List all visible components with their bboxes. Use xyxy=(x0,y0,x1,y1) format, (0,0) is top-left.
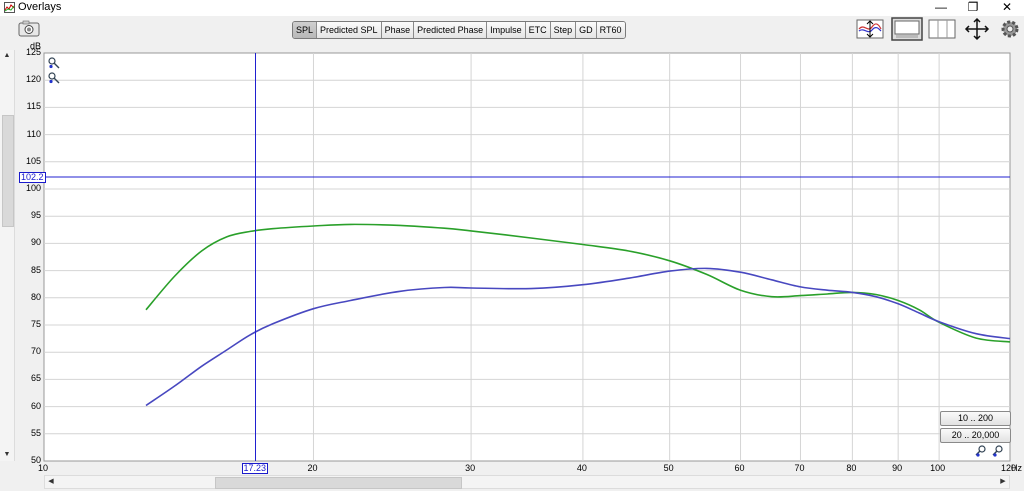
layout-icon[interactable] xyxy=(928,17,956,41)
x-tick-label: 80 xyxy=(846,463,857,473)
series-layer xyxy=(145,223,1011,407)
close-button[interactable]: ✕ xyxy=(990,0,1024,16)
title-bar: Overlays — ❐ ✕ xyxy=(0,0,1024,16)
graph-tabs: SPL Predicted SPL Phase Predicted Phase Impu… xyxy=(292,21,626,39)
limits-icon[interactable] xyxy=(856,17,884,41)
tab-phase[interactable]: Phase xyxy=(381,22,415,38)
tab-rt60[interactable]: RT60 xyxy=(596,22,625,38)
range-20-20000-button[interactable]: 20 .. 20,000 xyxy=(940,428,1011,443)
y-tick-label: 110 xyxy=(26,128,41,139)
y-tick-label: 70 xyxy=(30,346,41,357)
minimize-button[interactable]: — xyxy=(924,0,958,16)
tab-step[interactable]: Step xyxy=(550,22,577,38)
y-tick-label: 90 xyxy=(30,237,41,248)
y-tick-label: 125 xyxy=(25,47,41,57)
y-tick-label: 60 xyxy=(30,400,41,411)
spl-chart[interactable] xyxy=(0,0,1024,491)
y-tick-label: 120 xyxy=(25,74,41,85)
x-tick-label: 70 xyxy=(794,463,805,473)
vertical-scroll-thumb[interactable] xyxy=(2,115,14,227)
y-tick-label: 115 xyxy=(26,101,41,112)
x-tick-label: 60 xyxy=(734,463,745,473)
window-title: Overlays xyxy=(18,1,62,13)
x-tick-label: 90 xyxy=(892,463,903,473)
x-tick-label: 120 xyxy=(1001,463,1017,473)
cursor-x-value: 17.23 xyxy=(241,463,269,474)
range-10-200-button[interactable]: 10 .. 200 xyxy=(940,411,1011,426)
scroll-up-arrow-icon[interactable]: ▲ xyxy=(0,50,14,62)
series-line-2 xyxy=(145,267,1011,407)
cursor-crosshair xyxy=(44,53,1010,461)
tab-impulse[interactable]: Impulse xyxy=(487,22,526,38)
x-tick-label: 30 xyxy=(465,463,476,473)
zoom-in-y-icon[interactable] xyxy=(48,57,60,69)
scroll-right-arrow-icon[interactable]: ▶ xyxy=(997,476,1009,488)
y-tick-label: 85 xyxy=(30,264,41,275)
zoom-in-x-icon[interactable] xyxy=(992,445,1004,457)
tab-gd[interactable]: GD xyxy=(576,22,597,38)
y-tick-label: 105 xyxy=(25,155,41,166)
y-tick-label: 80 xyxy=(30,291,41,302)
zoom-out-y-icon[interactable] xyxy=(48,72,60,84)
x-tick-label: 50 xyxy=(663,463,674,473)
vertical-scrollbar[interactable]: ▲ ▼ xyxy=(0,50,15,461)
settings-gear-icon[interactable] xyxy=(999,17,1021,41)
series-line-1 xyxy=(145,223,1011,343)
y-tick-label: 55 xyxy=(30,427,41,438)
grid xyxy=(44,53,1010,461)
y-tick-label: 65 xyxy=(30,373,41,384)
y-tick-label: 95 xyxy=(30,210,41,221)
zoom-out-x-icon[interactable] xyxy=(975,445,987,457)
app-icon xyxy=(4,2,15,13)
scroll-left-arrow-icon[interactable]: ◀ xyxy=(45,476,57,488)
scroll-down-arrow-icon[interactable]: ▼ xyxy=(0,449,14,461)
plot-area xyxy=(43,52,1011,462)
x-tick-label: 10 xyxy=(38,463,49,473)
tab-predicted-spl[interactable]: Predicted SPL xyxy=(317,22,382,38)
pan-icon[interactable] xyxy=(963,17,991,41)
controls-icon[interactable] xyxy=(891,17,923,41)
y-tick-label: 75 xyxy=(30,319,41,329)
cursor-y-value: 102.2 xyxy=(19,172,46,184)
x-tick-label: 40 xyxy=(576,463,587,473)
horizontal-scroll-thumb[interactable] xyxy=(215,477,462,489)
x-tick-label: 20 xyxy=(307,463,318,473)
tab-spl[interactable]: SPL xyxy=(293,22,318,38)
horizontal-scrollbar[interactable]: ◀ ▶ xyxy=(44,475,1010,489)
restore-button[interactable]: ❐ xyxy=(956,0,990,16)
y-tick-label: 100 xyxy=(25,183,41,193)
tab-etc[interactable]: ETC xyxy=(525,22,551,38)
toolbar: SPL Predicted SPL Phase Predicted Phase Impu… xyxy=(0,16,1024,46)
camera-icon[interactable] xyxy=(18,20,40,37)
x-tick-label: 100 xyxy=(930,463,946,473)
tab-predicted-phase[interactable]: Predicted Phase xyxy=(414,22,488,38)
